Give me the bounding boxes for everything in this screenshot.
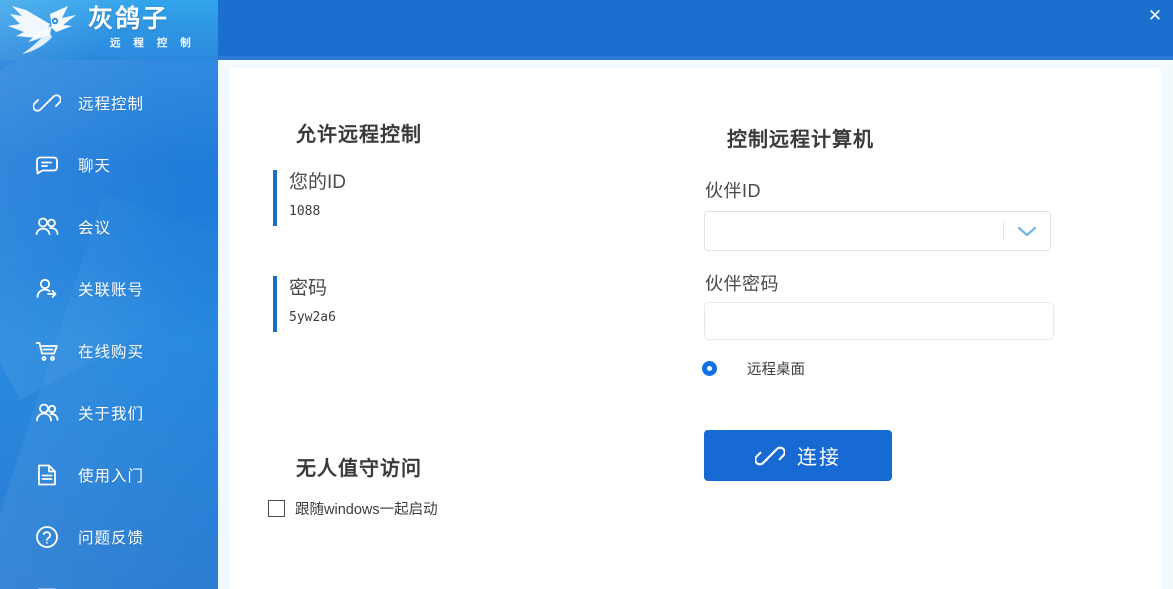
- chevron-down-icon[interactable]: [1004, 212, 1050, 250]
- title-bar: ✕: [218, 0, 1173, 60]
- start-with-windows-checkbox[interactable]: [268, 500, 285, 517]
- sidebar-item-check-latest-version[interactable]: 查看最新版本: [0, 568, 218, 589]
- person-arrow-icon: [32, 274, 62, 304]
- sidebar-item-chat[interactable]: 聊天: [0, 134, 218, 196]
- your-id-label: 您的ID: [289, 172, 347, 193]
- sidebar-item-label: 问题反馈: [78, 530, 145, 547]
- sidebar: 灰鸽子 远 程 控 制 远程控制 聊天 会议 关联账号 在线购买 关于我们 使用…: [0, 0, 218, 589]
- brand-title: 灰鸽子: [88, 5, 170, 33]
- sidebar-item-remote-control[interactable]: 远程控制: [0, 72, 218, 134]
- question-circle-icon: [32, 522, 62, 552]
- sidebar-item-label: 在线购买: [78, 344, 145, 361]
- content-area: 允许远程控制 您的ID 1088 密码 5yw2a6 无人值守访问 跟随wind…: [218, 60, 1173, 589]
- sidebar-item-label: 聊天: [78, 158, 112, 175]
- your-id-value[interactable]: 1088: [289, 202, 346, 222]
- sidebar-item-feedback[interactable]: 问题反馈: [0, 506, 218, 568]
- your-password-label: 密码: [289, 278, 328, 299]
- sidebar-item-label: 关于我们: [78, 406, 145, 423]
- remote-desktop-radio-row[interactable]: 远程桌面: [702, 358, 805, 379]
- partner-password-input[interactable]: [704, 302, 1054, 340]
- sidebar-item-getting-started[interactable]: 使用入门: [0, 444, 218, 506]
- brand-text: 灰鸽子 远 程 控 制: [88, 4, 196, 50]
- partner-id-input[interactable]: [705, 212, 1003, 250]
- close-icon[interactable]: ✕: [1141, 2, 1169, 28]
- your-id-block: 您的ID 1088: [273, 170, 346, 226]
- allow-remote-control-title: 允许远程控制: [296, 124, 422, 146]
- sidebar-item-label: 远程控制: [78, 96, 145, 113]
- people-icon: [32, 398, 62, 428]
- your-password-block: 密码 5yw2a6: [273, 276, 336, 332]
- sidebar-item-linked-account[interactable]: 关联账号: [0, 258, 218, 320]
- app-window: 灰鸽子 远 程 控 制 远程控制 聊天 会议 关联账号 在线购买 关于我们 使用…: [0, 0, 1173, 589]
- sidebar-nav: 远程控制 聊天 会议 关联账号 在线购买 关于我们 使用入门 问题反馈: [0, 72, 218, 589]
- sidebar-item-label: 使用入门: [78, 468, 145, 485]
- connect-button[interactable]: 连接: [704, 430, 892, 481]
- sidebar-item-about-us[interactable]: 关于我们: [0, 382, 218, 444]
- remote-desktop-label: 远程桌面: [747, 362, 805, 378]
- connect-button-label: 连接: [797, 447, 841, 469]
- start-with-windows-checkbox-row[interactable]: 跟随windows一起启动: [268, 498, 438, 519]
- partner-id-label: 伙伴ID: [705, 181, 761, 201]
- link-icon: [32, 88, 62, 118]
- control-remote-computer-title: 控制远程计算机: [727, 129, 874, 151]
- start-with-windows-label: 跟随windows一起启动: [295, 502, 438, 518]
- brand-subtitle: 远 程 控 制: [110, 37, 196, 49]
- sidebar-item-label: 会议: [78, 220, 112, 237]
- sidebar-item-label: 关联账号: [78, 282, 145, 299]
- brand-header: 灰鸽子 远 程 控 制: [0, 0, 218, 60]
- partner-id-combo[interactable]: [704, 211, 1051, 251]
- your-password-value[interactable]: 5yw2a6: [289, 308, 336, 328]
- link-icon: [755, 441, 785, 471]
- unattended-access-title: 无人值守访问: [296, 458, 422, 480]
- sidebar-item-meeting[interactable]: 会议: [0, 196, 218, 258]
- accent-bar: [273, 276, 277, 332]
- two-people-icon: [32, 212, 62, 242]
- partner-password-label: 伙伴密码: [705, 274, 779, 294]
- main-card: 允许远程控制 您的ID 1088 密码 5yw2a6 无人值守访问 跟随wind…: [230, 68, 1161, 589]
- accent-bar: [273, 170, 277, 226]
- document-icon: [32, 460, 62, 490]
- remote-desktop-radio[interactable]: [702, 361, 717, 376]
- shopping-cart-icon: [32, 336, 62, 366]
- sidebar-item-online-purchase[interactable]: 在线购买: [0, 320, 218, 382]
- search-square-icon: [32, 584, 62, 589]
- chat-bubble-icon: [32, 150, 62, 180]
